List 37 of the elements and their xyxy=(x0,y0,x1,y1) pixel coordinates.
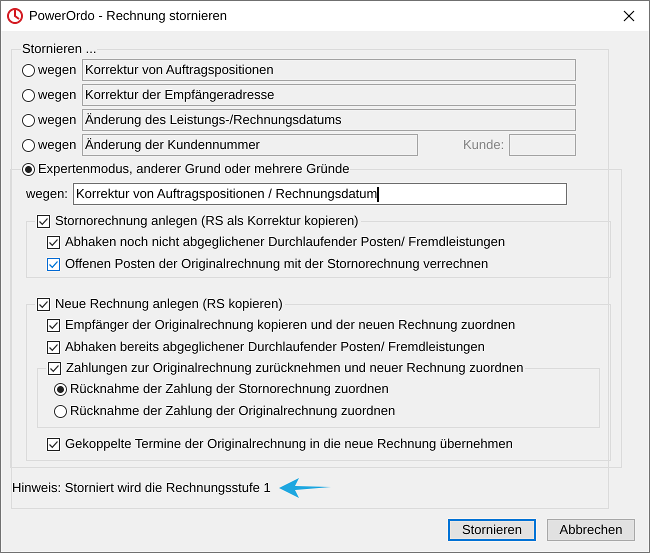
radio-label: wegen xyxy=(38,112,76,128)
reason-field[interactable]: Korrektur von Auftragspositionen / Rechnungsdatum xyxy=(73,183,567,205)
checkbox-label: Abhaken noch nicht abgeglichener Durchlaufender Posten/ Fremdleistungen xyxy=(65,234,506,250)
checkbox-label: Neue Rechnung anlegen (RS kopieren) xyxy=(55,296,283,312)
checkbox-label: Offenen Posten der Originalrechnung mit der Stornorechnung verrechnen xyxy=(65,256,488,272)
reason-field[interactable]: Korrektur der Empfängeradresse xyxy=(82,84,576,106)
radio-button[interactable] xyxy=(22,88,35,102)
reason-field[interactable]: Korrektur von Auftragspositionen xyxy=(82,59,576,81)
radio-button[interactable] xyxy=(54,404,67,418)
radio-label: wegen xyxy=(38,137,76,153)
reason-field[interactable]: Änderung des Leistungs-/Rechnungsdatums xyxy=(82,109,576,131)
dialog-button[interactable]: Abbrechen xyxy=(547,519,635,541)
checkbox-label: Stornorechnung anlegen (RS als Korrektur kopieren) xyxy=(55,213,359,229)
checkbox-label: Empfänger der Originalrechnung kopieren und der neuen Rechnung zuordnen xyxy=(65,317,516,333)
radio-button[interactable] xyxy=(22,114,35,126)
radio-label: Rücknahme der Zahlung der Stornorechnung zuordnen xyxy=(70,381,389,397)
reason-label: wegen: xyxy=(25,186,69,202)
radio-button[interactable] xyxy=(54,382,67,396)
group-title: Stornieren ... xyxy=(21,41,98,57)
dialog-button[interactable]: Stornieren xyxy=(448,519,536,541)
radio-button[interactable] xyxy=(22,162,35,176)
reason-field[interactable]: Änderung der Kundennummer xyxy=(82,134,418,156)
checkbox-label: Gekoppelte Termine der Originalrechnung in die neue Rechnung übernehmen xyxy=(65,436,513,452)
app-logo-icon xyxy=(7,8,23,24)
checkbox-label: Abhaken bereits abgeglichener Durchlaufender Posten/ Fremdleistungen xyxy=(65,339,485,355)
hint-text: Hinweis: Storniert wird die Rechnungsstufe 1 xyxy=(12,480,271,496)
radio-label: Expertenmodus, anderer Grund oder mehrere Gründe xyxy=(38,161,350,177)
customer-label: Kunde: xyxy=(463,137,504,153)
radio-button[interactable] xyxy=(22,138,35,152)
customer-field[interactable] xyxy=(509,134,576,156)
radio-label: wegen xyxy=(38,87,76,103)
radio-button[interactable] xyxy=(22,64,35,76)
window-title: PowerOrdo - Rechnung stornieren xyxy=(29,8,227,24)
checkbox-label: Zahlungen zur Originalrechnung zurücknehmen und neuer Rechnung zuordnen xyxy=(66,360,524,376)
radio-label: Rücknahme der Zahlung der Originalrechnung zuordnen xyxy=(70,403,396,419)
radio-label: wegen xyxy=(38,62,76,78)
close-icon[interactable] xyxy=(623,10,635,22)
